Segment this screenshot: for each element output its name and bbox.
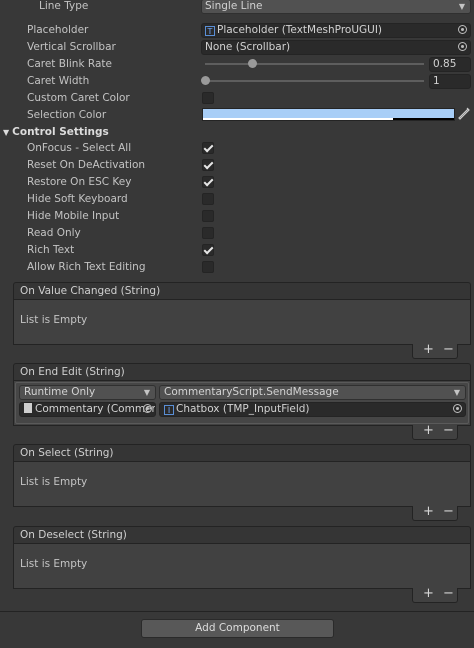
vertical-scrollbar-value: None (Scrollbar) — [205, 41, 291, 53]
control-settings-title: Control Settings — [12, 126, 109, 138]
control-setting-label: Hide Mobile Input — [27, 210, 120, 222]
add-item-button[interactable]: + — [423, 342, 434, 357]
on-end-edit-event: On End Edit (String) Runtime Only ▼ Comm… — [13, 363, 471, 426]
control-setting-label: Rich Text — [27, 244, 75, 256]
selection-color-label: Selection Color — [27, 109, 107, 121]
on-end-edit-body: Runtime Only ▼ CommentaryScript.SendMess… — [13, 380, 471, 426]
control-setting-checkbox[interactable] — [202, 244, 214, 256]
runtime-mode-dropdown[interactable]: Runtime Only ▼ — [19, 385, 156, 400]
list-footer: + − — [412, 423, 458, 440]
control-setting-label: OnFocus - Select All — [27, 142, 132, 154]
target-object-field[interactable]: Commentary (Commen — [19, 402, 156, 417]
empty-list-text: List is Empty — [20, 476, 88, 488]
custom-caret-color-label: Custom Caret Color — [27, 92, 130, 104]
input-field-component-icon: I — [164, 405, 174, 415]
placeholder-value: Placeholder (TextMeshProUGUI) — [217, 24, 383, 36]
placeholder-field[interactable]: T Placeholder (TextMeshProUGUI) — [201, 23, 471, 38]
text-component-icon: T — [205, 26, 215, 36]
caret-blink-rate-slider-handle[interactable] — [247, 59, 257, 68]
control-setting-checkbox[interactable] — [202, 193, 214, 205]
argument-object-value: Chatbox (TMP_InputField) — [176, 403, 310, 415]
list-footer: + − — [412, 504, 458, 521]
chevron-down-icon: ▼ — [458, 2, 465, 11]
add-item-button[interactable]: + — [423, 423, 434, 438]
chevron-down-icon: ▼ — [453, 388, 460, 397]
list-footer: + − — [412, 586, 458, 603]
on-value-changed-header: On Value Changed (String) — [13, 282, 471, 299]
divider — [0, 611, 474, 612]
control-setting-checkbox[interactable] — [202, 159, 214, 171]
empty-list-text: List is Empty — [20, 558, 88, 570]
object-picker-icon[interactable] — [453, 404, 462, 413]
on-value-changed-body: List is Empty — [13, 299, 471, 345]
alpha-bar-opaque — [203, 118, 393, 120]
vertical-scrollbar-label: Vertical Scrollbar — [27, 41, 116, 53]
chevron-down-icon: ▼ — [143, 388, 150, 397]
list-footer: + − — [412, 342, 458, 359]
alpha-bar-remaining — [393, 118, 454, 120]
script-file-icon — [24, 403, 32, 413]
add-item-button[interactable]: + — [423, 504, 434, 519]
eyedropper-icon[interactable] — [458, 107, 470, 121]
selection-color-swatch[interactable] — [202, 108, 455, 121]
control-setting-checkbox[interactable] — [202, 210, 214, 222]
caret-width-slider[interactable] — [205, 80, 424, 82]
remove-item-button[interactable]: − — [443, 423, 454, 438]
empty-list-text: List is Empty — [20, 314, 88, 326]
placeholder-label: Placeholder — [27, 24, 89, 36]
control-setting-label: Reset On DeActivation — [27, 159, 146, 171]
object-picker-icon[interactable] — [143, 404, 152, 413]
control-setting-label: Allow Rich Text Editing — [27, 261, 146, 273]
control-setting-label: Read Only — [27, 227, 81, 239]
object-picker-icon[interactable] — [458, 25, 467, 34]
caret-width-input[interactable]: 1 — [429, 74, 471, 89]
on-value-changed-event: On Value Changed (String) List is Empty — [13, 282, 471, 345]
control-setting-label: Hide Soft Keyboard — [27, 193, 128, 205]
control-settings-header[interactable]: ▼ Control Settings — [3, 124, 109, 140]
line-type-dropdown[interactable]: Single Line ▼ — [201, 0, 471, 14]
on-deselect-body: List is Empty — [13, 543, 471, 589]
add-component-button[interactable]: Add Component — [141, 619, 334, 638]
on-end-edit-header: On End Edit (String) — [13, 363, 471, 380]
caret-blink-rate-label: Caret Blink Rate — [27, 58, 112, 70]
line-type-label: Line Type — [39, 0, 89, 12]
argument-object-field[interactable]: I Chatbox (TMP_InputField) — [159, 402, 466, 417]
on-select-body: List is Empty — [13, 461, 471, 507]
on-select-header: On Select (String) — [13, 444, 471, 461]
runtime-mode-value: Runtime Only — [24, 386, 96, 398]
object-picker-icon[interactable] — [458, 42, 467, 51]
remove-item-button[interactable]: − — [443, 342, 454, 357]
control-setting-checkbox[interactable] — [202, 176, 214, 188]
caret-blink-rate-input[interactable]: 0.85 — [429, 57, 471, 72]
control-setting-checkbox[interactable] — [202, 261, 214, 273]
caret-width-label: Caret Width — [27, 75, 90, 87]
remove-item-button[interactable]: − — [443, 586, 454, 601]
add-item-button[interactable]: + — [423, 586, 434, 601]
custom-caret-color-checkbox[interactable] — [202, 92, 214, 104]
control-setting-label: Restore On ESC Key — [27, 176, 132, 188]
control-setting-checkbox[interactable] — [202, 227, 214, 239]
on-deselect-header: On Deselect (String) — [13, 526, 471, 543]
on-deselect-event: On Deselect (String) List is Empty — [13, 526, 471, 589]
vertical-scrollbar-field[interactable]: None (Scrollbar) — [201, 40, 471, 55]
caret-width-slider-handle[interactable] — [201, 76, 210, 85]
caret-blink-rate-slider[interactable] — [205, 63, 424, 65]
target-object-value: Commentary (Commen — [35, 403, 156, 415]
control-setting-checkbox[interactable] — [202, 142, 214, 154]
line-type-value: Single Line — [205, 0, 263, 12]
remove-item-button[interactable]: − — [443, 504, 454, 519]
function-value: CommentaryScript.SendMessage — [164, 386, 339, 398]
on-select-event: On Select (String) List is Empty — [13, 444, 471, 507]
foldout-expanded-icon: ▼ — [3, 128, 10, 137]
function-dropdown[interactable]: CommentaryScript.SendMessage ▼ — [159, 385, 466, 400]
